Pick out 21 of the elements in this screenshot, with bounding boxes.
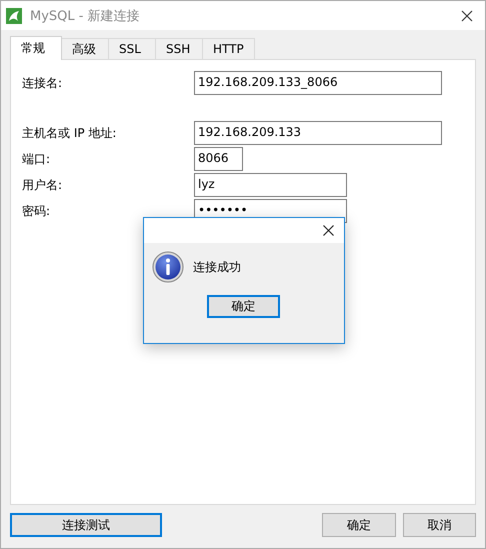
close-icon[interactable] [461,10,473,22]
input-field[interactable]: 8066 [194,147,243,171]
dolphin-logo-icon [6,8,22,24]
input-field[interactable]: 192.168.209.133_8066 [194,71,442,95]
info-icon [152,251,184,283]
field-label: 主机名或 IP 地址: [22,124,118,142]
dialog-button[interactable]: 取消 [403,513,476,537]
tab[interactable]: 常规 [10,36,62,60]
dialog-button[interactable]: 确定 [322,513,396,537]
tab[interactable]: HTTP [202,38,255,59]
message-text: 连接成功 [193,258,241,276]
field-label: 密码: [22,202,52,220]
input-field[interactable]: lyz [194,173,347,197]
input-field[interactable]: 192.168.209.133 [194,121,442,145]
field-label: 端口: [22,150,52,168]
window-title: MySQL - 新建连接 [30,8,141,24]
field-label: 用户名: [22,176,64,194]
field-label: 连接名: [22,74,64,92]
dialog-button[interactable]: 连接测试 [10,513,162,537]
ok-button[interactable]: 确定 [207,295,280,318]
close-icon[interactable] [323,225,334,236]
